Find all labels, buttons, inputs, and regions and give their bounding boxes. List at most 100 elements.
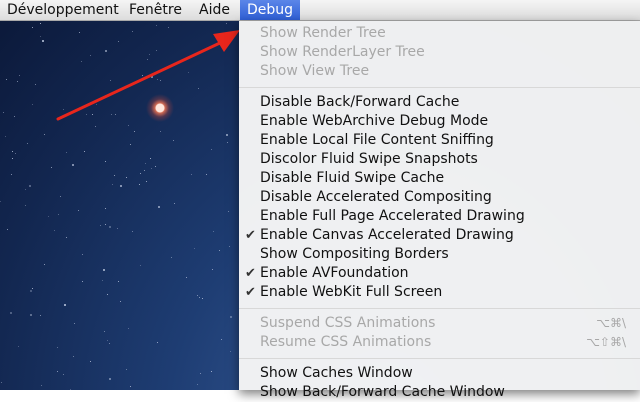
star (31, 26, 33, 28)
checkmark-icon: ✔ (245, 285, 256, 300)
star (78, 32, 80, 34)
star (199, 373, 201, 375)
star (156, 78, 158, 80)
star (125, 177, 127, 179)
menu-item-enable-full-page-accelerated-drawing[interactable]: Enable Full Page Accelerated Drawing (239, 207, 640, 226)
star (172, 139, 174, 141)
menu-item-label: Show View Tree (260, 63, 370, 79)
menu-developpement[interactable]: Développement (0, 0, 126, 20)
star (229, 315, 232, 318)
menu-item-suspend-css-animations[interactable]: Suspend CSS Animations ⌥⌘\ (239, 314, 640, 333)
menu-item-show-back-forward-cache-window[interactable]: Show Back/Forward Cache Window (239, 383, 640, 402)
menu-item-resume-css-animations[interactable]: Resume CSS Animations ⌥⇧⌘\ (239, 333, 640, 352)
menu-item-label: Show Caches Window (260, 365, 413, 381)
star (109, 377, 112, 380)
menu-separator (239, 358, 640, 359)
star (148, 53, 150, 55)
star (150, 75, 153, 78)
menu-item-label: Enable Full Page Accelerated Drawing (260, 208, 525, 224)
menu-item-label: Show Render Tree (260, 25, 386, 41)
star (40, 384, 42, 386)
menu-bar: Développement Fenêtre Aide Debug (0, 0, 640, 21)
menu-item-show-renderlayer-tree[interactable]: Show RenderLayer Tree (239, 43, 640, 62)
star (24, 188, 26, 190)
star (108, 225, 111, 228)
keyboard-shortcut: ⌥⇧⌘\ (586, 335, 626, 349)
star (226, 22, 228, 24)
star (219, 249, 221, 251)
menu-item-label: Enable Local File Content Sniffing (260, 132, 494, 148)
menu-item-label: Disable Fluid Swipe Cache (260, 170, 445, 186)
menu-item-enable-local-file-content-sniffing[interactable]: Enable Local File Content Sniffing (239, 131, 640, 150)
star (65, 151, 67, 153)
menu-item-label: Enable Canvas Accelerated Drawing (260, 227, 514, 243)
star (5, 78, 7, 80)
menu-fenetre[interactable]: Fenêtre (122, 0, 189, 20)
star (80, 60, 82, 62)
star (113, 174, 115, 176)
debug-menu: Show Render Tree Show RenderLayer Tree S… (239, 21, 640, 400)
menu-item-show-caches-window[interactable]: Show Caches Window (239, 364, 640, 383)
menu-item-discolor-fluid-swipe-snapshots[interactable]: Discolor Fluid Swipe Snapshots (239, 150, 640, 169)
star (110, 79, 112, 81)
star (157, 205, 160, 208)
menu-item-label: Discolor Fluid Swipe Snapshots (260, 151, 478, 167)
star (155, 24, 157, 26)
menu-item-enable-canvas-accelerated-drawing[interactable]: ✔ Enable Canvas Accelerated Drawing (239, 226, 640, 245)
star (62, 109, 64, 111)
menu-separator (239, 87, 640, 88)
menu-aide[interactable]: Aide (192, 0, 237, 20)
menu-item-show-view-tree[interactable]: Show View Tree (239, 62, 640, 81)
menu-item-label: Enable WebArchive Debug Mode (260, 113, 489, 129)
star (220, 338, 222, 340)
star (197, 87, 199, 89)
star (99, 224, 101, 226)
star (193, 248, 195, 250)
menu-item-show-compositing-borders[interactable]: Show Compositing Borders (239, 245, 640, 264)
menu-item-label: Show RenderLayer Tree (260, 44, 425, 60)
menu-item-label: Show Back/Forward Cache Window (260, 384, 505, 400)
star (150, 167, 152, 169)
star (78, 209, 80, 211)
star (29, 313, 32, 316)
star (4, 136, 6, 137)
star (107, 339, 109, 341)
star (143, 169, 145, 171)
keyboard-shortcut: ⌥⌘\ (596, 316, 626, 330)
menu-item-enable-avfoundation[interactable]: ✔ Enable AVFoundation (239, 264, 640, 283)
menu-item-disable-fluid-swipe-cache[interactable]: Disable Fluid Swipe Cache (239, 169, 640, 188)
star (102, 268, 105, 271)
menu-item-label: Show Compositing Borders (260, 246, 449, 262)
star (83, 150, 85, 152)
checkmark-icon: ✔ (245, 228, 256, 243)
star (39, 23, 41, 25)
star (125, 369, 127, 371)
star (211, 370, 213, 372)
menu-item-enable-webarchive-debug-mode[interactable]: Enable WebArchive Debug Mode (239, 112, 640, 131)
menu-item-label: Enable AVFoundation (260, 265, 409, 281)
star (108, 343, 110, 344)
checkmark-icon: ✔ (245, 266, 256, 281)
menu-item-label: Resume CSS Animations (260, 334, 432, 350)
menu-item-show-render-tree[interactable]: Show Render Tree (239, 24, 640, 43)
star (185, 277, 187, 279)
star (127, 327, 129, 329)
star (43, 263, 45, 265)
star (104, 49, 107, 52)
star (40, 35, 42, 37)
star (72, 356, 74, 358)
menu-item-label: Enable WebKit Full Screen (260, 284, 443, 300)
star (0, 382, 2, 384)
star (57, 214, 59, 216)
menu-debug[interactable]: Debug (240, 0, 301, 20)
menu-item-label: Suspend CSS Animations (260, 315, 436, 331)
menu-item-disable-back-forward-cache[interactable]: Disable Back/Forward Cache (239, 93, 640, 112)
star (225, 133, 228, 136)
menu-item-label: Disable Back/Forward Cache (260, 94, 460, 110)
menu-item-disable-accelerated-compositing[interactable]: Disable Accelerated Compositing (239, 188, 640, 207)
star (127, 124, 129, 126)
star (71, 164, 74, 167)
menu-item-label: Disable Accelerated Compositing (260, 189, 492, 205)
star (26, 142, 28, 144)
menu-item-enable-webkit-full-screen[interactable]: ✔ Enable WebKit Full Screen (239, 283, 640, 302)
